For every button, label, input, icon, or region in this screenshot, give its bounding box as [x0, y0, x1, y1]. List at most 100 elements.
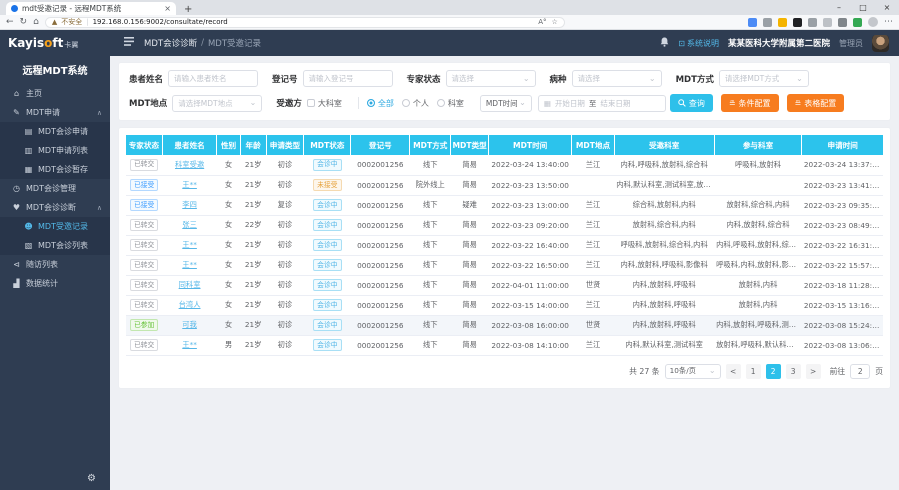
table-row: 已转交王**男21岁初诊会诊中0002001256线下简易2022-03-08 …: [126, 335, 883, 355]
patient-link[interactable]: 王**: [182, 240, 197, 249]
mdt-mode-select[interactable]: 请选择MDT方式⌄: [719, 70, 809, 87]
read-aloud-icon[interactable]: A°: [538, 18, 546, 26]
radio-全部[interactable]: 全部: [367, 98, 394, 109]
table-cell: 女: [217, 275, 240, 295]
back-button[interactable]: ←: [6, 16, 14, 29]
status-badge: 会诊中: [313, 199, 341, 211]
patient-link[interactable]: 科室受邀: [175, 160, 204, 169]
window-maximize-button[interactable]: □: [851, 1, 875, 15]
extension-icon[interactable]: [838, 18, 847, 27]
extension-icon[interactable]: [763, 18, 772, 27]
patient-link[interactable]: 可我: [182, 320, 197, 329]
patient-link[interactable]: 张三: [182, 220, 197, 229]
extension-icon[interactable]: [823, 18, 832, 27]
table-cell: 2022-04-01 11:00:00: [489, 275, 572, 295]
table-config-button[interactable]: ≞表格配置: [787, 94, 845, 112]
jump-page-input[interactable]: [850, 364, 870, 379]
mdt-place-select[interactable]: 请选择MDT地点⌄: [172, 95, 262, 112]
filter-panel: 患者姓名登记号专家状态请选择⌄病种请选择⌄MDT方式请选择MDT方式⌄ MDT地…: [118, 62, 891, 121]
table-cell: 王**: [162, 235, 217, 255]
column-header: MDT地点: [572, 135, 614, 155]
sidebar-item-statistics[interactable]: ▟ 数据统计: [0, 274, 110, 293]
sidebar-item-mdt-consult-draft[interactable]: ▦ MDT会诊暂存: [0, 160, 110, 179]
date-range-picker[interactable]: ▦ 开始日期 至 结束日期: [538, 95, 666, 112]
page-size-select[interactable]: 10条/页⌄: [665, 364, 721, 379]
sidebar-item-mdt-consult-list[interactable]: ▧ MDT会诊列表: [0, 236, 110, 255]
prev-page-button[interactable]: <: [726, 364, 741, 379]
table-cell: 呼吸科,放射科,综合科,内科: [614, 235, 714, 255]
table-cell: 简易: [451, 255, 489, 275]
browser-profile-icon[interactable]: [868, 17, 878, 27]
patient-link[interactable]: 台湾人: [179, 300, 201, 309]
sidebar-item-home[interactable]: ⌂ 主页: [0, 84, 110, 103]
chevron-down-icon: ⌄: [649, 76, 656, 82]
patient-link[interactable]: 李四: [182, 200, 197, 209]
condition-config-button[interactable]: ≞条件配置: [721, 94, 779, 112]
sidebar-item-mdt-apply[interactable]: ✎ MDT申请∧: [0, 103, 110, 122]
bell-icon[interactable]: [660, 37, 669, 49]
favorite-star-icon[interactable]: ☆: [552, 18, 558, 26]
extension-icon[interactable]: [853, 18, 862, 27]
next-page-button[interactable]: >: [806, 364, 821, 379]
page-button-3[interactable]: 3: [786, 364, 801, 379]
divider: [358, 97, 359, 109]
reg-no-input[interactable]: [303, 70, 393, 87]
table-cell: 女: [217, 315, 240, 335]
table-cell: 21岁: [240, 315, 266, 335]
breadcrumb-section[interactable]: MDT会诊诊断: [144, 37, 197, 49]
extension-icon[interactable]: [748, 18, 757, 27]
radio-icon: [437, 99, 445, 107]
table-cell: 0002001256: [351, 255, 410, 275]
patient-link[interactable]: 同科室: [179, 280, 201, 289]
chevron-up-icon: ∧: [97, 204, 102, 212]
extension-icon[interactable]: [778, 18, 787, 27]
table-cell: 女: [217, 235, 240, 255]
radio-个人[interactable]: 个人: [402, 98, 429, 109]
sidebar-item-label: MDT会诊列表: [38, 240, 88, 251]
table-cell: [572, 175, 614, 195]
refresh-button[interactable]: ↻: [20, 16, 28, 29]
sidebar-item-mdt-consult-manage[interactable]: ◷ MDT会诊管理: [0, 179, 110, 198]
sidebar-item-label: MDT申请列表: [38, 145, 88, 156]
table-row: 已转交王**女21岁初诊会诊中0002001256线下简易2022-03-22 …: [126, 255, 883, 275]
tab-close-icon[interactable]: ×: [164, 4, 171, 13]
table-cell: 女: [217, 195, 240, 215]
expert-status-select[interactable]: 请选择⌄: [446, 70, 536, 87]
mdt-time-select[interactable]: MDT时间⌄: [480, 95, 532, 112]
search-button[interactable]: 查询: [670, 94, 713, 112]
disease-select[interactable]: 请选择⌄: [572, 70, 662, 87]
address-bar[interactable]: ▲ 不安全 | 192.168.0.156:9002/consultate/re…: [45, 17, 565, 28]
sidebar-item-mdt-apply-list[interactable]: ▥ MDT申请列表: [0, 141, 110, 160]
sidebar-item-mdt-consult-apply[interactable]: ▤ MDT会诊申请: [0, 122, 110, 141]
sidebar-item-followup-list[interactable]: ⊲ 随访列表: [0, 255, 110, 274]
system-note-link[interactable]: ⊡系统说明: [678, 38, 719, 49]
sidebar-item-mdt-invite-record[interactable]: ☻ MDT受邀记录: [0, 217, 110, 236]
big-dept-checkbox[interactable]: 大科室: [307, 98, 342, 109]
extension-icon[interactable]: [793, 18, 802, 27]
browser-menu-icon[interactable]: ⋯: [884, 16, 893, 29]
table-cell: 内科,默认科室,测试科室: [614, 335, 714, 355]
hamburger-icon[interactable]: [124, 37, 134, 49]
table-cell: 0002001256: [351, 275, 410, 295]
gear-icon[interactable]: ⚙: [87, 473, 96, 484]
radio-科室[interactable]: 科室: [437, 98, 464, 109]
home-button[interactable]: ⌂: [33, 16, 39, 29]
user-avatar[interactable]: [872, 35, 889, 52]
window-close-button[interactable]: ×: [875, 1, 899, 15]
sidebar-item-mdt-diagnosis[interactable]: ♥ MDT会诊诊断∧: [0, 198, 110, 217]
chevron-down-icon: ⌄: [519, 100, 526, 106]
patient-link[interactable]: 王**: [182, 340, 197, 349]
patient-link[interactable]: 王**: [182, 180, 197, 189]
page-button-1[interactable]: 1: [746, 364, 761, 379]
page-button-2[interactable]: 2: [766, 364, 781, 379]
patient-name-input[interactable]: [168, 70, 258, 87]
window-minimize-button[interactable]: –: [827, 1, 851, 15]
patient-link[interactable]: 王**: [182, 260, 197, 269]
browser-tab[interactable]: mdt受邀记录 - 远程MDT系统 ×: [6, 2, 176, 15]
extension-icon[interactable]: [808, 18, 817, 27]
new-tab-button[interactable]: +: [184, 4, 192, 15]
jump-suffix: 页: [875, 366, 883, 377]
column-header: MDT时间: [489, 135, 572, 155]
column-header: 申请时间: [802, 135, 883, 155]
browser-tabstrip: mdt受邀记录 - 远程MDT系统 × + – □ ×: [0, 0, 899, 15]
